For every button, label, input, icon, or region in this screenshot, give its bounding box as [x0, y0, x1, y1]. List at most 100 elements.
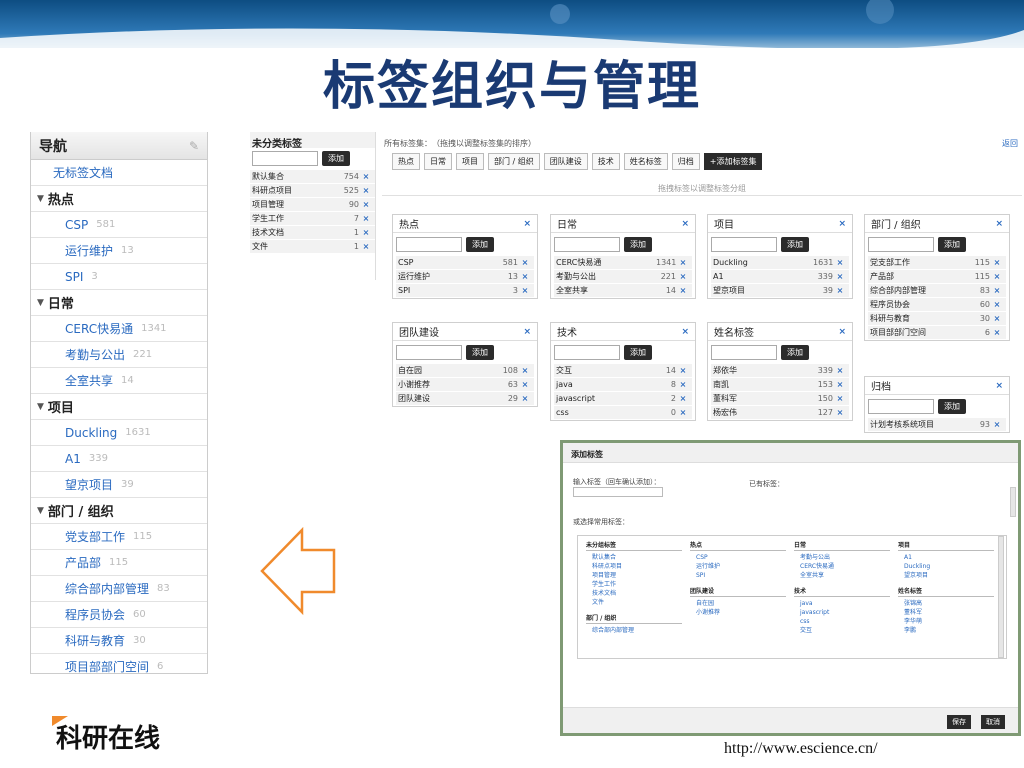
- card-tag-row[interactable]: 自在园 108 ×: [396, 364, 534, 377]
- common-tag-option[interactable]: java: [794, 599, 890, 608]
- card-tag-row[interactable]: 运行维护 13 ×: [396, 270, 534, 283]
- uncategorized-tag-row[interactable]: 默认集合 754 ×: [250, 170, 375, 183]
- card-add-button[interactable]: 添加: [938, 399, 966, 414]
- tag-set-chip[interactable]: 归档: [671, 153, 700, 170]
- card-add-button[interactable]: 添加: [466, 345, 494, 360]
- card-tag-row[interactable]: SPI 3 ×: [396, 284, 534, 297]
- nav-group[interactable]: ▼ 项目: [31, 394, 207, 420]
- common-tag-option[interactable]: 综合部内部管理: [586, 626, 682, 635]
- card-tag-row[interactable]: 交互 14 ×: [554, 364, 692, 377]
- card-tag-input[interactable]: [868, 237, 934, 252]
- close-icon[interactable]: ×: [523, 327, 531, 337]
- common-tag-option[interactable]: 自在园: [690, 599, 786, 608]
- remove-tag-icon[interactable]: ×: [833, 286, 847, 295]
- common-tag-option[interactable]: css: [794, 617, 890, 626]
- remove-tag-icon[interactable]: ×: [359, 200, 373, 209]
- remove-tag-icon[interactable]: ×: [676, 286, 690, 295]
- tag-set-chip[interactable]: 项目: [456, 153, 484, 170]
- card-tag-row[interactable]: 项目部部门空间 6 ×: [868, 326, 1006, 339]
- nav-item[interactable]: 党支部工作 115: [31, 524, 207, 550]
- remove-tag-icon[interactable]: ×: [990, 328, 1004, 337]
- common-tag-option[interactable]: 技术文档: [586, 589, 682, 598]
- remove-tag-icon[interactable]: ×: [518, 366, 532, 375]
- common-tags-scrollbar[interactable]: [998, 536, 1004, 658]
- common-tag-option[interactable]: 文件: [586, 598, 682, 607]
- common-tag-option[interactable]: 小谢推荐: [690, 608, 786, 617]
- close-icon[interactable]: ×: [681, 327, 689, 337]
- card-tag-row[interactable]: Duckling 1631 ×: [711, 256, 849, 269]
- nav-item[interactable]: SPI 3: [31, 264, 207, 290]
- card-tag-row[interactable]: 程序员协会 60 ×: [868, 298, 1006, 311]
- common-tag-option[interactable]: 李华萌: [898, 617, 994, 626]
- nav-item[interactable]: 全室共享 14: [31, 368, 207, 394]
- cancel-button[interactable]: 取消: [981, 715, 1005, 729]
- card-tag-row[interactable]: 计划考核系统项目 93 ×: [868, 418, 1006, 431]
- tag-set-chip[interactable]: 部门 / 组织: [488, 153, 540, 170]
- nav-group[interactable]: ▼ 热点: [31, 186, 207, 212]
- common-tag-option[interactable]: 全室共享: [794, 571, 890, 580]
- card-tag-row[interactable]: 综合部内部管理 83 ×: [868, 284, 1006, 297]
- remove-tag-icon[interactable]: ×: [676, 366, 690, 375]
- remove-tag-icon[interactable]: ×: [359, 214, 373, 223]
- uncategorized-tag-input[interactable]: [252, 151, 318, 166]
- card-tag-input[interactable]: [554, 345, 620, 360]
- remove-tag-icon[interactable]: ×: [518, 258, 532, 267]
- collapse-arrow-icon[interactable]: ▼: [37, 402, 44, 412]
- tag-set-chip[interactable]: 团队建设: [543, 153, 588, 170]
- close-icon[interactable]: ×: [838, 327, 846, 337]
- nav-item[interactable]: 望京项目 39: [31, 472, 207, 498]
- common-tag-option[interactable]: javascript: [794, 608, 890, 617]
- remove-tag-icon[interactable]: ×: [833, 380, 847, 389]
- card-tag-row[interactable]: 产品部 115 ×: [868, 270, 1006, 283]
- common-tag-option[interactable]: 望京项目: [898, 571, 994, 580]
- remove-tag-icon[interactable]: ×: [518, 272, 532, 281]
- tag-set-chip[interactable]: 热点: [392, 153, 420, 170]
- nav-item[interactable]: CSP 581: [31, 212, 207, 238]
- card-add-button[interactable]: 添加: [624, 345, 652, 360]
- nav-group[interactable]: ▼ 部门 / 组织: [31, 498, 207, 524]
- pin-icon[interactable]: ✎: [189, 139, 199, 153]
- remove-tag-icon[interactable]: ×: [990, 300, 1004, 309]
- remove-tag-icon[interactable]: ×: [833, 272, 847, 281]
- nav-item-untagged[interactable]: 无标签文档: [31, 160, 207, 186]
- uncategorized-tag-row[interactable]: 项目管理 90 ×: [250, 198, 375, 211]
- save-button[interactable]: 保存: [947, 715, 971, 729]
- common-tag-option[interactable]: 李鹏: [898, 626, 994, 635]
- card-tag-input[interactable]: [554, 237, 620, 252]
- card-tag-input[interactable]: [396, 237, 462, 252]
- card-tag-row[interactable]: 团队建设 29 ×: [396, 392, 534, 405]
- card-add-button[interactable]: 添加: [624, 237, 652, 252]
- uncategorized-tag-row[interactable]: 学生工作 7 ×: [250, 212, 375, 225]
- remove-tag-icon[interactable]: ×: [518, 380, 532, 389]
- remove-tag-icon[interactable]: ×: [990, 272, 1004, 281]
- nav-item[interactable]: 项目部部门空间 6: [31, 654, 207, 673]
- card-tag-row[interactable]: 考勤与公出 221 ×: [554, 270, 692, 283]
- common-tag-option[interactable]: 张锦高: [898, 599, 994, 608]
- card-tag-row[interactable]: CERC快易通 1341 ×: [554, 256, 692, 269]
- card-tag-row[interactable]: 全室共享 14 ×: [554, 284, 692, 297]
- nav-item[interactable]: 产品部 115: [31, 550, 207, 576]
- nav-item[interactable]: 程序员协会 60: [31, 602, 207, 628]
- nav-item[interactable]: 综合部内部管理 83: [31, 576, 207, 602]
- card-tag-row[interactable]: 望京项目 39 ×: [711, 284, 849, 297]
- card-add-button[interactable]: 添加: [466, 237, 494, 252]
- card-tag-row[interactable]: 科研与教育 30 ×: [868, 312, 1006, 325]
- remove-tag-icon[interactable]: ×: [359, 228, 373, 237]
- card-tag-row[interactable]: 郑依华 339 ×: [711, 364, 849, 377]
- remove-tag-icon[interactable]: ×: [990, 258, 1004, 267]
- card-tag-row[interactable]: 小谢推荐 63 ×: [396, 378, 534, 391]
- back-link[interactable]: 返回: [1002, 138, 1018, 149]
- nav-group[interactable]: ▼ 日常: [31, 290, 207, 316]
- nav-item[interactable]: Duckling 1631: [31, 420, 207, 446]
- close-icon[interactable]: ×: [523, 219, 531, 229]
- add-tag-set-button[interactable]: +添加标签集: [703, 153, 763, 170]
- card-tag-row[interactable]: CSP 581 ×: [396, 256, 534, 269]
- remove-tag-icon[interactable]: ×: [990, 286, 1004, 295]
- common-tag-option[interactable]: SPI: [690, 571, 786, 580]
- card-add-button[interactable]: 添加: [781, 345, 809, 360]
- common-tag-option[interactable]: 董科军: [898, 608, 994, 617]
- card-tag-input[interactable]: [711, 345, 777, 360]
- common-tag-option[interactable]: 科研点项目: [586, 562, 682, 571]
- card-add-button[interactable]: 添加: [938, 237, 966, 252]
- close-icon[interactable]: ×: [838, 219, 846, 229]
